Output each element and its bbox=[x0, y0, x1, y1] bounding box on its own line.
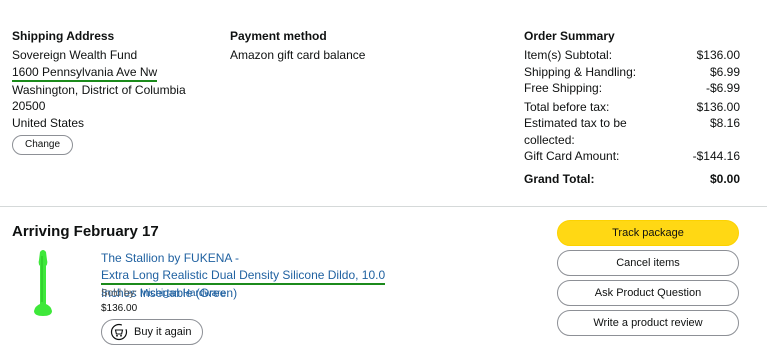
order-summary-section: Order Summary Item(s) Subtotal: $136.00 … bbox=[524, 28, 740, 187]
payment-method-section: Payment method Amazon gift card balance bbox=[230, 28, 460, 64]
seller-link[interactable]: Michigan Hardware bbox=[140, 288, 226, 299]
order-actions: Track package Cancel items Ask Product Q… bbox=[557, 220, 739, 340]
shipping-street: 1600 Pennsylvania Ave Nw bbox=[12, 65, 158, 82]
payment-method-heading: Payment method bbox=[230, 29, 327, 43]
summary-row-gift-card: Gift Card Amount: -$144.16 bbox=[524, 149, 740, 163]
shipping-zip: 20500 bbox=[12, 99, 46, 113]
buy-it-again-label: Buy it again bbox=[134, 326, 192, 338]
change-address-button[interactable]: Change bbox=[12, 135, 74, 155]
section-divider bbox=[0, 206, 767, 207]
summary-row-shipping: Shipping & Handling: $6.99 bbox=[524, 64, 740, 79]
summary-row-grand-total: Grand Total: $0.00 bbox=[524, 171, 740, 186]
product-title-part1[interactable]: The Stallion by FUKENA - bbox=[101, 251, 239, 265]
order-details-panel: Shipping Address Sovereign Wealth Fund 1… bbox=[0, 0, 767, 208]
shipping-name: Sovereign Wealth Fund bbox=[12, 48, 138, 62]
shipping-country: United States bbox=[12, 115, 85, 130]
ask-product-question-button[interactable]: Ask Product Question bbox=[557, 280, 739, 306]
shipping-address-heading: Shipping Address bbox=[12, 29, 115, 43]
sold-by: Sold by: Michigan Hardware bbox=[101, 288, 227, 299]
product-price: $136.00 bbox=[101, 303, 138, 314]
buy-it-again-button[interactable]: Buy it again bbox=[101, 319, 203, 345]
track-package-button[interactable]: Track package bbox=[557, 220, 739, 246]
summary-row-tax: Estimated tax to be collected: $8.16 bbox=[524, 116, 740, 147]
payment-method-value: Amazon gift card balance bbox=[230, 48, 366, 62]
product-title-part2[interactable]: Extra Long Realistic Dual Density Silico… bbox=[101, 268, 386, 285]
buy-again-icon bbox=[110, 323, 128, 341]
arrival-date-heading: Arriving February 17 bbox=[12, 223, 159, 240]
summary-row-items: Item(s) Subtotal: $136.00 bbox=[524, 48, 740, 62]
summary-row-before-tax: Total before tax: $136.00 bbox=[524, 99, 740, 114]
shipping-city: Washington, District of Columbia bbox=[12, 82, 186, 97]
summary-row-free-shipping: Free Shipping: -$6.99 bbox=[524, 81, 740, 95]
shipping-address-section: Shipping Address Sovereign Wealth Fund 1… bbox=[12, 28, 222, 155]
order-summary-heading: Order Summary bbox=[524, 29, 615, 43]
cancel-items-button[interactable]: Cancel items bbox=[557, 250, 739, 276]
write-review-button[interactable]: Write a product review bbox=[557, 310, 739, 336]
product-thumbnail[interactable] bbox=[30, 248, 56, 318]
